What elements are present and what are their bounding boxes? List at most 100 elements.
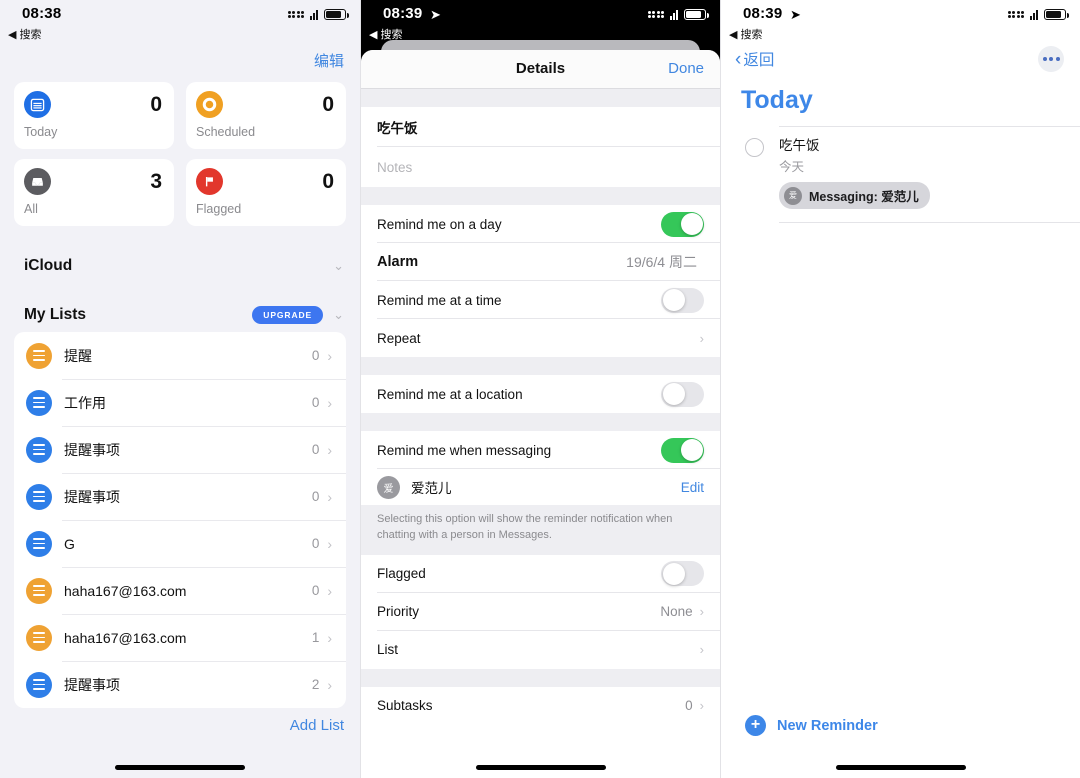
remind-on-day-label: Remind me on a day — [377, 216, 502, 232]
spacer — [361, 187, 720, 205]
spacer — [361, 413, 720, 431]
section-header-my-lists: My Lists UPGRADE ⌄ — [24, 306, 344, 324]
tray-icon — [24, 168, 51, 195]
list-item[interactable]: 提醒事项 2 › — [14, 661, 346, 708]
status-bar-2: 08:39 ➤ ◀ 搜索 — [361, 0, 720, 41]
reminder-body: 吃午饭 今天 爱 Messaging: 爱范儿 — [779, 134, 1080, 223]
flag-icon — [196, 168, 223, 195]
list-item[interactable]: 工作用 0 › — [14, 379, 346, 426]
day-time-group: Remind me on a day Alarm 19/6/4 周二 Remin… — [361, 205, 720, 357]
reminder-item[interactable]: 吃午饭 今天 爱 Messaging: 爱范儿 — [721, 126, 1080, 223]
plus-icon: + — [745, 715, 766, 736]
chevron-right-icon: › — [327, 582, 332, 599]
priority-row[interactable]: Priority None › — [361, 593, 720, 631]
list-item-count: 0 — [311, 348, 320, 363]
status-bar-3: 08:39 ➤ ◀ 搜索 — [721, 0, 1080, 41]
status-bar-1: 08:38 ◀ 搜索 — [0, 0, 360, 42]
repeat-row[interactable]: Repeat › — [361, 319, 720, 357]
contact-row[interactable]: 爱 爱范儿 Edit — [361, 469, 720, 505]
alarm-value: 19/6/4 周二 — [626, 254, 697, 270]
chevron-right-icon: › — [699, 642, 704, 658]
section-title: My Lists — [24, 306, 87, 323]
done-button[interactable]: Done — [668, 60, 704, 77]
list-bullets-icon — [26, 624, 52, 651]
remind-at-time-toggle[interactable] — [661, 287, 704, 313]
remind-when-messaging-toggle[interactable] — [661, 437, 704, 463]
more-options-button[interactable] — [1038, 46, 1064, 72]
spacer — [361, 89, 720, 107]
upgrade-button[interactable]: UPGRADE — [252, 306, 324, 324]
chevron-down-icon[interactable]: ⌄ — [333, 307, 344, 323]
alarm-row[interactable]: Alarm 19/6/4 周二 — [361, 243, 720, 281]
remind-at-time-row[interactable]: Remind me at a time — [361, 281, 720, 319]
smart-list-label: Today — [24, 125, 58, 139]
chevron-left-icon: ‹ — [735, 48, 742, 70]
wifi-icon — [670, 9, 678, 20]
alarm-label: Alarm — [377, 254, 419, 270]
list-bullets-icon — [26, 436, 52, 463]
back-button[interactable]: ‹ 返回 — [735, 48, 774, 70]
list-item-count: 0 — [311, 395, 320, 410]
flagged-row[interactable]: Flagged — [361, 555, 720, 593]
smart-list-card-scheduled[interactable]: 0 Scheduled — [186, 82, 346, 149]
list-item-count: 1 — [311, 630, 320, 645]
remind-on-day-row[interactable]: Remind me on a day — [361, 205, 720, 243]
reminder-title-field[interactable]: 吃午饭 — [361, 107, 720, 147]
list-item[interactable]: 提醒事项 0 › — [14, 426, 346, 473]
flagged-toggle[interactable] — [661, 561, 704, 587]
chevron-right-icon: › — [699, 330, 704, 346]
reminder-due-date: 今天 — [779, 160, 805, 174]
status-back-to-search[interactable]: ◀ 搜索 — [8, 26, 42, 42]
list-bullets-icon — [26, 342, 52, 369]
section-header-icloud[interactable]: iCloud ⌄ — [24, 257, 344, 275]
list-item[interactable]: G 0 › — [14, 520, 346, 567]
status-time: 08:39 — [383, 5, 423, 22]
remind-at-location-label: Remind me at a location — [377, 386, 523, 402]
spacer — [361, 357, 720, 375]
list-item[interactable]: 提醒事项 0 › — [14, 473, 346, 520]
section-title: iCloud — [24, 257, 73, 274]
chevron-down-icon[interactable]: ⌄ — [333, 258, 344, 274]
list-item-label: G — [64, 535, 75, 552]
messaging-group: Remind me when messaging 爱 爱范儿 Edit — [361, 431, 720, 505]
list-item[interactable]: 提醒 0 › — [14, 332, 346, 379]
chevron-right-icon: › — [327, 629, 332, 646]
list-item[interactable]: haha167@163.com 1 › — [14, 614, 346, 661]
complete-circle-checkbox[interactable] — [745, 138, 764, 157]
notes-field[interactable]: Notes — [361, 147, 720, 187]
subtasks-row[interactable]: Subtasks 0 › — [361, 687, 720, 725]
list-item-label: 工作用 — [64, 394, 106, 411]
list-item[interactable]: haha167@163.com 0 › — [14, 567, 346, 614]
smart-list-card-today[interactable]: 0 Today — [14, 82, 174, 149]
new-reminder-button[interactable]: + New Reminder — [745, 715, 878, 736]
messaging-tag-label: Messaging: 爱范儿 — [809, 190, 919, 204]
battery-icon — [324, 9, 349, 20]
battery-icon — [1044, 9, 1069, 20]
add-list-button[interactable]: Add List — [290, 717, 344, 734]
remind-on-day-toggle[interactable] — [661, 211, 704, 237]
remind-at-location-toggle[interactable] — [661, 381, 704, 407]
home-indicator — [835, 765, 966, 770]
wifi-icon — [310, 9, 318, 20]
edit-button[interactable]: 编辑 — [314, 50, 344, 71]
list-bullets-icon — [26, 530, 52, 557]
list-bullets-icon — [26, 671, 52, 698]
list-row[interactable]: List › — [361, 631, 720, 669]
list-label: List — [377, 642, 399, 658]
chevron-right-icon: › — [699, 698, 704, 714]
remind-when-messaging-row[interactable]: Remind me when messaging — [361, 431, 720, 469]
priority-value: None — [660, 604, 693, 620]
contact-edit-button[interactable]: Edit — [681, 480, 704, 495]
smart-list-card-flagged[interactable]: 0 Flagged — [186, 159, 346, 226]
smart-list-count: 0 — [322, 93, 334, 116]
avatar: 爱 — [377, 475, 400, 499]
list-item-label: 提醒事项 — [64, 441, 120, 458]
calendar-icon — [24, 91, 51, 118]
reminder-list: 吃午饭 今天 爱 Messaging: 爱范儿 — [721, 126, 1080, 223]
list-bullets-icon — [26, 389, 52, 416]
notes-placeholder: Notes — [377, 159, 413, 175]
messaging-tag[interactable]: 爱 Messaging: 爱范儿 — [779, 182, 930, 209]
smart-list-card-all[interactable]: 3 All — [14, 159, 174, 226]
list-item-count: 0 — [311, 536, 320, 551]
remind-at-location-row[interactable]: Remind me at a location — [361, 375, 720, 413]
